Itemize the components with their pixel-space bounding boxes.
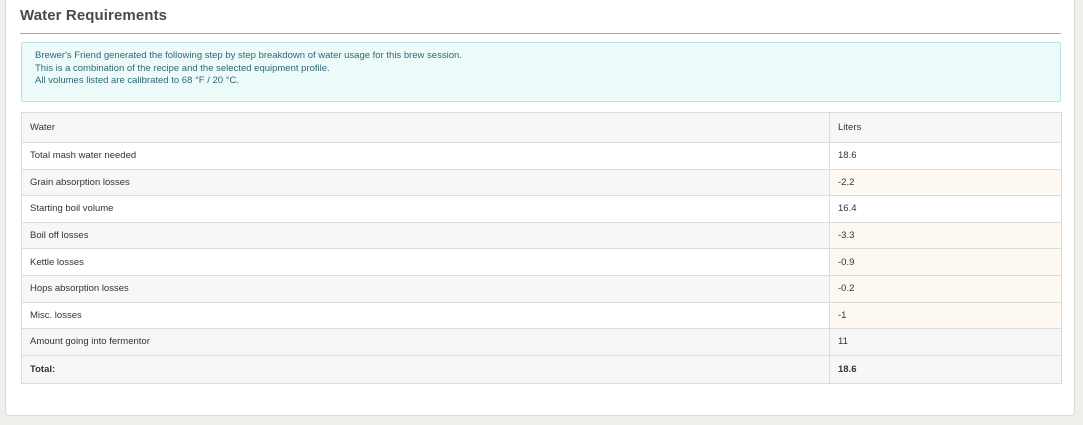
table-row: Starting boil volume 16.4	[21, 195, 1062, 223]
row-label: Amount going into fermentor	[21, 328, 830, 356]
info-line-1: Brewer's Friend generated the following …	[35, 50, 462, 61]
water-requirements-panel: Water Requirements Brewer's Friend gener…	[5, 0, 1075, 416]
column-header-water: Water	[21, 112, 830, 143]
row-label: Grain absorption losses	[21, 168, 830, 197]
table-row: Kettle losses -0.9	[21, 248, 1062, 276]
row-label: Misc. losses	[21, 301, 830, 330]
table-row: Hops absorption losses -0.2	[21, 274, 1062, 303]
info-alert: Brewer's Friend generated the following …	[21, 42, 1061, 102]
row-value: -0.2	[829, 274, 1062, 303]
row-label: Boil off losses	[21, 221, 830, 250]
table-row: Boil off losses -3.3	[21, 221, 1062, 250]
water-table: Water Liters Total mash water needed 18.…	[21, 112, 1062, 384]
table-total-row: Total: 18.6	[21, 354, 1062, 384]
total-value: 18.6	[829, 354, 1062, 384]
table-row: Grain absorption losses -2.2	[21, 168, 1062, 197]
row-value: -3.3	[829, 221, 1062, 250]
row-value: -2.2	[829, 168, 1062, 197]
table-row: Misc. losses -1	[21, 301, 1062, 330]
row-label: Starting boil volume	[21, 195, 830, 223]
row-value: -0.9	[829, 248, 1062, 276]
row-label: Total mash water needed	[21, 142, 830, 170]
info-line-2: This is a combination of the recipe and …	[35, 62, 330, 74]
section-title: Water Requirements	[20, 7, 168, 24]
table-row: Total mash water needed 18.6	[21, 142, 1062, 170]
row-label: Kettle losses	[21, 248, 830, 276]
row-value: 16.4	[829, 195, 1062, 223]
column-header-liters: Liters	[829, 112, 1062, 143]
row-value: -1	[829, 301, 1062, 330]
table-row: Amount going into fermentor 11	[21, 328, 1062, 356]
title-divider	[20, 33, 1061, 34]
row-value: 18.6	[829, 142, 1062, 170]
table-header-row: Water Liters	[21, 112, 1062, 143]
info-line-3: All volumes listed are calibrated to 68 …	[35, 75, 240, 86]
row-label: Hops absorption losses	[21, 274, 830, 303]
total-label: Total:	[21, 354, 830, 384]
row-value: 11	[829, 328, 1062, 356]
